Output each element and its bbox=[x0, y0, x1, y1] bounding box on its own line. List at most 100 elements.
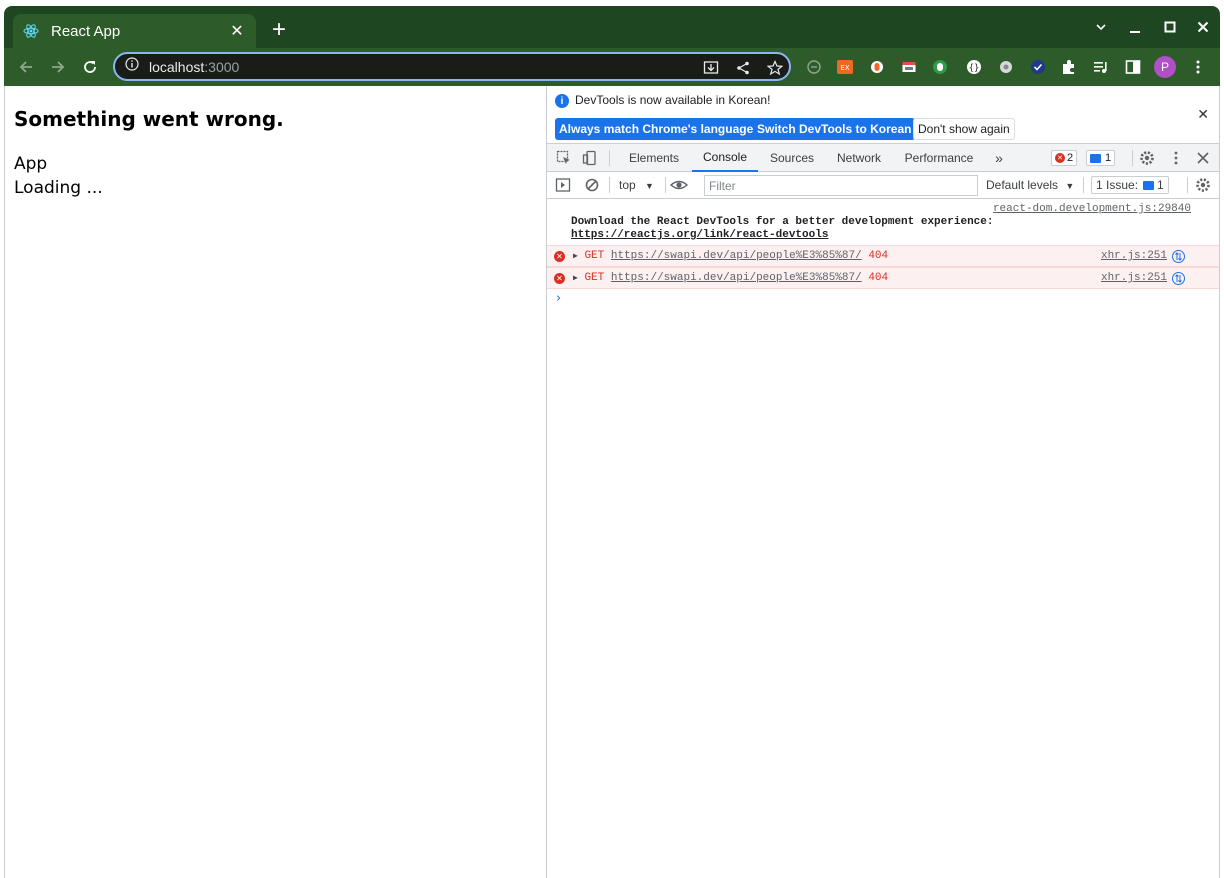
expand-triangle-icon[interactable]: ▶ bbox=[573, 252, 578, 261]
toolbar-divider bbox=[1132, 150, 1133, 166]
console-settings-gear-icon[interactable] bbox=[1194, 176, 1212, 194]
extension-green-icon[interactable] bbox=[930, 57, 950, 77]
device-toolbar-icon[interactable] bbox=[581, 149, 599, 167]
error-circle-icon: ✕ bbox=[1055, 153, 1065, 163]
info-icon: i bbox=[555, 94, 569, 108]
info-source-link[interactable]: react-dom.development.js:29840 bbox=[993, 203, 1191, 215]
context-value: top bbox=[619, 178, 636, 192]
error-status: 404 bbox=[868, 250, 889, 262]
close-devtools-icon[interactable] bbox=[1194, 149, 1212, 167]
info-message-text: Download the React DevTools for a better… bbox=[571, 216, 1201, 242]
extension-sync-icon[interactable] bbox=[804, 57, 824, 77]
console-prompt-chevron-icon[interactable]: › bbox=[556, 291, 561, 306]
console-message-info: react-dom.development.js:29840 Download … bbox=[547, 200, 1219, 246]
infobar-message: DevTools is now available in Korean! bbox=[575, 93, 771, 107]
network-request-icon[interactable] bbox=[1172, 272, 1185, 285]
switch-to-korean-button[interactable]: Switch DevTools to Korean bbox=[753, 118, 916, 140]
browser-toolbar: localhost:3000 EX {} P bbox=[4, 48, 1220, 86]
toolbar-divider bbox=[1083, 177, 1084, 193]
extension-ex-icon[interactable]: EX bbox=[835, 57, 855, 77]
devtools-settings-gear-icon[interactable] bbox=[1138, 149, 1156, 167]
media-queue-icon[interactable] bbox=[1091, 57, 1111, 77]
issues-label: 1 Issue: bbox=[1096, 178, 1139, 192]
app-output: App Loading ... bbox=[14, 152, 103, 200]
app-label: App bbox=[14, 154, 48, 174]
tab-performance[interactable]: Performance bbox=[900, 144, 978, 172]
always-match-language-button[interactable]: Always match Chrome's language bbox=[555, 118, 758, 140]
log-levels-dropdown[interactable]: Default levels ▼ bbox=[986, 178, 1074, 192]
browser-tab-react-app[interactable]: React App ✕ bbox=[13, 14, 256, 48]
show-sidebar-icon[interactable] bbox=[554, 176, 572, 194]
bookmark-star-icon[interactable] bbox=[765, 58, 785, 78]
extension-braces-icon[interactable]: {} bbox=[964, 57, 984, 77]
issues-button[interactable]: 1 Issue: 1 bbox=[1091, 176, 1169, 194]
install-app-icon[interactable] bbox=[701, 58, 721, 78]
issues-count: 1 bbox=[1157, 178, 1164, 192]
error-count: 2 bbox=[1067, 152, 1074, 164]
reload-icon[interactable] bbox=[78, 55, 102, 79]
language-infobar: i DevTools is now available in Korean! A… bbox=[547, 86, 1219, 144]
tab-close-icon[interactable]: ✕ bbox=[228, 21, 246, 41]
inspect-element-icon[interactable] bbox=[555, 149, 573, 167]
react-devtools-link[interactable]: https://reactjs.org/link/react-devtools bbox=[571, 229, 828, 241]
forward-arrow-icon[interactable] bbox=[46, 55, 70, 79]
maximize-button[interactable] bbox=[1159, 16, 1181, 38]
clear-console-icon[interactable] bbox=[583, 176, 601, 194]
browser-menu-icon[interactable] bbox=[1188, 57, 1208, 77]
site-info-icon[interactable] bbox=[125, 57, 139, 76]
url-host: localhost bbox=[149, 58, 205, 75]
browser-window-frame: React App ✕ + localhost:3000 EX {} P bbox=[4, 6, 1220, 86]
side-panel-icon[interactable] bbox=[1123, 57, 1143, 77]
tab-network[interactable]: Network bbox=[828, 144, 890, 172]
error-line[interactable]: ▶ GET https://swapi.dev/api/people%E3%85… bbox=[573, 272, 888, 284]
error-url-link[interactable]: https://swapi.dev/api/people%E3%85%87/ bbox=[611, 250, 862, 262]
expand-triangle-icon[interactable]: ▶ bbox=[573, 274, 578, 283]
error-icon: ✕ bbox=[554, 251, 565, 262]
error-icon: ✕ bbox=[554, 273, 565, 284]
network-request-icon[interactable] bbox=[1172, 250, 1185, 263]
message-icon bbox=[1090, 153, 1101, 163]
error-url-link[interactable]: https://swapi.dev/api/people%E3%85%87/ bbox=[611, 272, 862, 284]
close-window-button[interactable] bbox=[1192, 16, 1214, 38]
profile-avatar[interactable]: P bbox=[1154, 56, 1176, 78]
error-count-badge[interactable]: ✕ 2 bbox=[1051, 150, 1078, 166]
console-filter-input[interactable]: Filter bbox=[704, 175, 978, 196]
minimize-button[interactable] bbox=[1124, 16, 1146, 38]
infobar-close-icon[interactable]: ✕ bbox=[1197, 106, 1209, 123]
more-tabs-icon[interactable]: » bbox=[991, 144, 1007, 172]
extension-window-icon[interactable] bbox=[899, 57, 919, 77]
console-toolbar: top ▼ Filter Default levels ▼ 1 Issue: 1 bbox=[547, 172, 1219, 199]
live-expression-eye-icon[interactable] bbox=[670, 176, 688, 194]
message-count: 1 bbox=[1105, 152, 1112, 164]
extension-gear-icon[interactable] bbox=[996, 57, 1016, 77]
extension-orange-icon[interactable] bbox=[867, 57, 887, 77]
back-arrow-icon[interactable] bbox=[14, 55, 38, 79]
context-selector[interactable]: top ▼ bbox=[619, 178, 654, 192]
svg-text:{}: {} bbox=[969, 64, 980, 74]
new-tab-button[interactable]: + bbox=[266, 18, 292, 44]
message-count-badge[interactable]: 1 bbox=[1086, 150, 1116, 166]
error-heading: Something went wrong. bbox=[14, 107, 284, 131]
devtools-tab-bar: Elements Console Sources Network Perform… bbox=[547, 144, 1219, 172]
toolbar-divider bbox=[609, 177, 610, 193]
react-favicon-icon bbox=[23, 23, 39, 39]
error-line[interactable]: ▶ GET https://swapi.dev/api/people%E3%85… bbox=[573, 250, 888, 262]
dont-show-again-button[interactable]: Don't show again bbox=[913, 118, 1015, 140]
tab-title: React App bbox=[51, 22, 121, 40]
tab-elements[interactable]: Elements bbox=[619, 144, 689, 172]
extensions-puzzle-icon[interactable] bbox=[1059, 57, 1079, 77]
tab-sources[interactable]: Sources bbox=[761, 144, 823, 172]
devtools-menu-icon[interactable] bbox=[1167, 149, 1185, 167]
tab-console[interactable]: Console bbox=[692, 144, 758, 172]
context-dropdown-icon: ▼ bbox=[645, 181, 654, 191]
error-source-link[interactable]: xhr.js:251 bbox=[1101, 272, 1167, 284]
extension-check-icon[interactable] bbox=[1028, 57, 1048, 77]
tab-search-chevron-icon[interactable] bbox=[1090, 16, 1112, 38]
levels-dropdown-icon: ▼ bbox=[1065, 181, 1075, 191]
console-message-error: ✕ ▶ GET https://swapi.dev/api/people%E3%… bbox=[547, 267, 1219, 289]
error-source-link[interactable]: xhr.js:251 bbox=[1101, 250, 1167, 262]
address-bar[interactable]: localhost:3000 bbox=[113, 52, 791, 81]
share-icon[interactable] bbox=[733, 58, 753, 78]
svg-text:EX: EX bbox=[840, 64, 849, 72]
page-viewport: Something went wrong. App Loading ... bbox=[4, 86, 546, 878]
